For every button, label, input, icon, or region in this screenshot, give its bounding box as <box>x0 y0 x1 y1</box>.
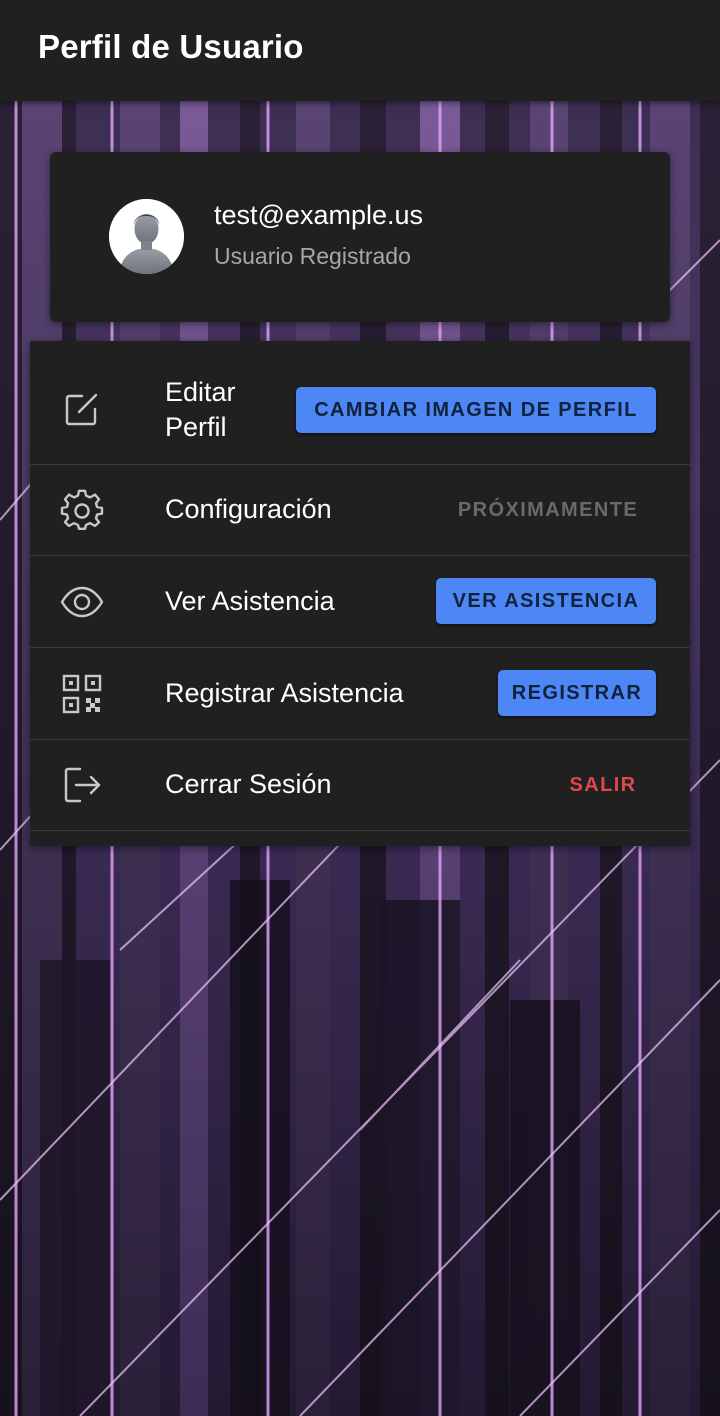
gear-icon <box>60 489 104 533</box>
edit-square-icon <box>60 387 104 431</box>
app-bar: Perfil de Usuario <box>0 0 720 101</box>
change-profile-image-button[interactable]: CAMBIAR IMAGEN DE PERFIL <box>296 387 656 433</box>
profile-card: test@example.us Usuario Registrado <box>50 152 670 322</box>
menu-item-label: Registrar Asistencia <box>165 678 404 708</box>
menu-item-edit-profile[interactable]: Editar Perfil CAMBIAR IMAGEN DE PERFIL <box>30 341 690 465</box>
menu-item-label-line: Perfil <box>165 412 227 442</box>
user-email: test@example.us <box>214 200 423 230</box>
menu-item-label-line: Editar <box>165 377 236 407</box>
view-attendance-button[interactable]: VER ASISTENCIA <box>436 578 656 624</box>
menu-item-label: Editar Perfil <box>165 375 236 445</box>
logout-button[interactable]: SALIR <box>550 762 656 808</box>
profile-menu: Editar Perfil CAMBIAR IMAGEN DE PERFIL C… <box>30 341 690 846</box>
avatar[interactable] <box>109 199 184 274</box>
coming-soon-button: PRÓXIMAMENTE <box>457 499 639 521</box>
menu-item-label: Cerrar Sesión <box>165 769 332 799</box>
user-role: Usuario Registrado <box>214 243 411 269</box>
menu-item-view-attendance[interactable]: Ver Asistencia VER ASISTENCIA <box>30 556 690 648</box>
menu-item-label: Ver Asistencia <box>165 586 335 616</box>
qr-code-icon <box>60 672 104 716</box>
eye-icon <box>60 580 104 624</box>
menu-item-logout[interactable]: Cerrar Sesión SALIR <box>30 740 690 831</box>
menu-item-register-attendance[interactable]: Registrar Asistencia REGISTRAR <box>30 648 690 740</box>
default-user-avatar-icon <box>109 199 184 274</box>
menu-item-settings[interactable]: Configuración PRÓXIMAMENTE <box>30 465 690 556</box>
page-title: Perfil de Usuario <box>38 28 304 65</box>
menu-item-label: Configuración <box>165 494 332 524</box>
logout-icon <box>60 763 104 807</box>
register-button[interactable]: REGISTRAR <box>498 670 656 716</box>
